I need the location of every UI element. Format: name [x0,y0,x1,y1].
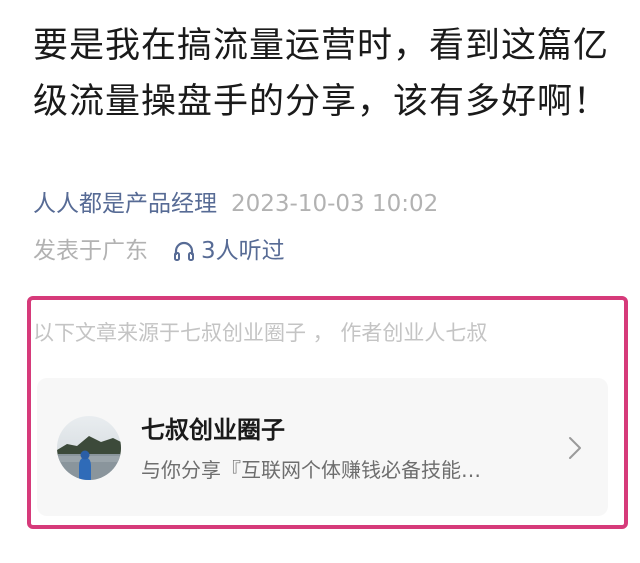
article-meta-secondary: 发表于广东 3人听过 [33,236,285,266]
article-title: 要是我在搞流量运营时，看到这篇亿级流量操盘手的分享，该有多好啊！ [33,26,610,122]
headphone-icon [174,241,194,261]
listen-count: 3人听过 [201,238,285,264]
article-meta: 人人都是产品经理 2023-10-03 10:02 [33,189,438,219]
publish-location: 发表于广东 [33,238,148,264]
article-page: 要是我在搞流量运营时，看到这篇亿级流量操盘手的分享，该有多好啊！ 人人都是产品经… [0,0,640,563]
author-link[interactable]: 人人都是产品经理 [33,191,217,217]
highlight-annotation [27,296,628,529]
listen-button[interactable]: 3人听过 [172,236,285,266]
publish-timestamp: 2023-10-03 10:02 [231,191,439,217]
